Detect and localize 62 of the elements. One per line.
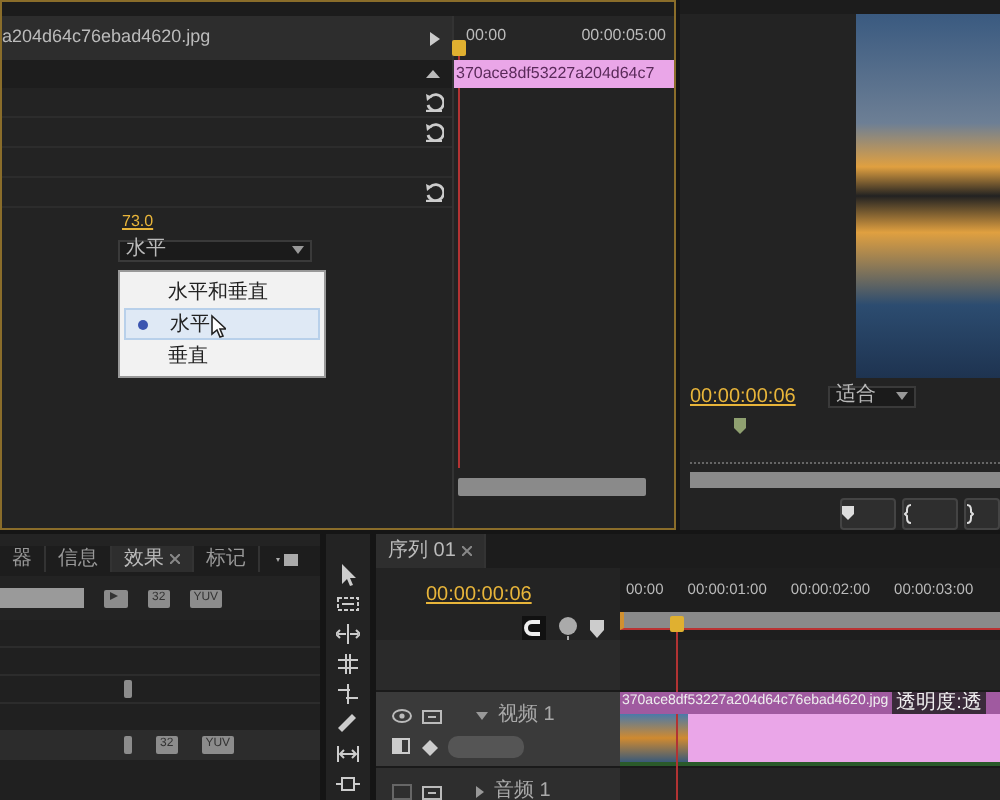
marker-icon[interactable] — [590, 619, 604, 637]
menu-item[interactable]: 水平 — [124, 308, 320, 340]
panel-tab[interactable]: 效果 — [112, 546, 194, 572]
snap-magnet-icon[interactable] — [522, 616, 546, 640]
track-name: 音频 1 — [494, 777, 551, 800]
ripple-edit-tool-icon[interactable] — [336, 621, 360, 646]
timecode[interactable]: 00:00:00:06 — [690, 381, 796, 412]
track-name: 视频 1 — [498, 701, 555, 730]
reset-icon[interactable] — [424, 182, 444, 202]
rate-stretch-tool-icon[interactable] — [336, 682, 360, 707]
lock-toggle-icon[interactable] — [422, 707, 442, 723]
expand-toggle[interactable] — [476, 711, 488, 719]
close-icon[interactable] — [461, 546, 472, 556]
reset-icon[interactable] — [424, 122, 444, 142]
expand-toggle[interactable] — [476, 785, 484, 797]
out-point-button[interactable] — [964, 497, 1000, 530]
keyframe-icon[interactable] — [422, 739, 438, 755]
brace-right-icon — [966, 503, 974, 524]
clip-name: a204d64c76ebad4620.jpg — [2, 24, 211, 51]
reset-icon[interactable] — [424, 92, 444, 112]
menu-item[interactable]: 垂直 — [124, 340, 320, 372]
search-field[interactable] — [0, 588, 84, 608]
razor-tool-icon[interactable] — [336, 712, 360, 737]
marker-icon[interactable] — [734, 418, 746, 435]
rolling-edit-tool-icon[interactable] — [336, 651, 360, 676]
track-select-tool-icon[interactable] — [336, 591, 360, 616]
radio-dot — [138, 319, 148, 329]
mouse-pointer-icon — [210, 314, 226, 338]
work-area-bar[interactable] — [620, 612, 1000, 630]
brace-left-icon — [904, 503, 912, 524]
panel-tab[interactable]: 器 — [0, 546, 46, 572]
slide-tool-icon[interactable] — [336, 772, 360, 797]
value-readout[interactable]: 73.0 — [122, 210, 154, 234]
lock-toggle-icon[interactable] — [422, 783, 442, 799]
accelerated-effects-icon[interactable] — [104, 589, 128, 607]
in-point-button[interactable] — [902, 497, 958, 530]
timecode[interactable]: 00:00:00:06 — [426, 580, 532, 610]
panel-menu-icon[interactable] — [276, 554, 300, 566]
play-icon[interactable] — [430, 31, 440, 45]
marker-button[interactable] — [840, 497, 896, 530]
scrollbar[interactable] — [458, 478, 646, 496]
ruler-label: 00:00:05:00 — [581, 24, 666, 48]
eye-icon[interactable] — [392, 707, 412, 723]
clip-bar[interactable]: 370ace8df53227a204d64c7 — [454, 60, 674, 88]
sequence-tab[interactable]: 序列 01 — [376, 534, 486, 568]
marker-icon — [842, 506, 854, 521]
collapse-icon[interactable] — [426, 70, 440, 78]
display-style-icon[interactable] — [392, 738, 412, 756]
selection-tool-icon[interactable] — [336, 561, 360, 586]
panel-tab[interactable]: 标记 — [194, 546, 260, 572]
playhead-marker[interactable] — [670, 616, 684, 632]
fit-dropdown[interactable]: 适合 — [827, 385, 916, 408]
dropdown-caret-icon — [292, 246, 304, 254]
mode-dropdown[interactable]: 水平 — [118, 239, 312, 261]
ruler-label: 00:00 — [466, 24, 507, 48]
close-icon[interactable] — [170, 554, 180, 564]
dropdown-caret-icon — [895, 392, 908, 401]
menu-item[interactable]: 水平和垂直 — [124, 276, 320, 308]
slip-tool-icon[interactable] — [336, 742, 360, 767]
playhead-marker[interactable] — [452, 40, 466, 56]
scrollbar[interactable] — [690, 472, 1000, 488]
thumbnail-placeholder — [620, 714, 688, 762]
